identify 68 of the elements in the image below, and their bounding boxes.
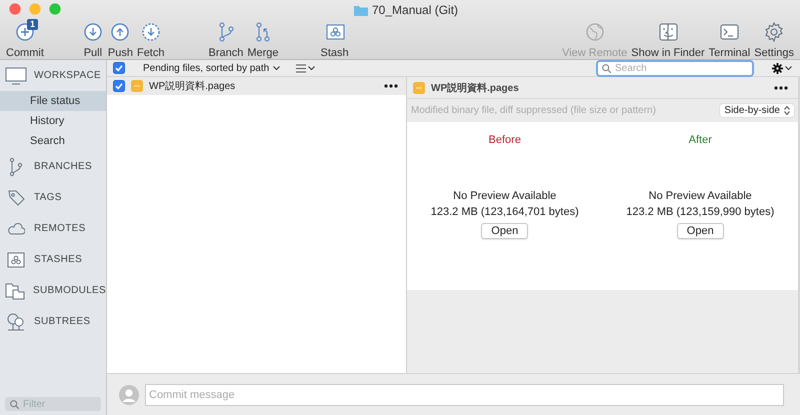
list-icon — [296, 64, 306, 72]
open-button[interactable]: Open — [676, 223, 724, 239]
section-heading[interactable]: SUBMODULES — [32, 285, 106, 296]
section-heading[interactable]: BRANCHES — [34, 161, 92, 172]
sort-dropdown[interactable]: Pending files, sorted by path — [143, 62, 280, 74]
close-button[interactable] — [9, 3, 21, 15]
toolbar-button[interactable]: Show in Finder — [629, 20, 707, 59]
preview-status: No Preview Available — [648, 189, 752, 204]
chevron-icon — [785, 66, 792, 70]
toolbar-button[interactable]: Terminal — [706, 20, 752, 59]
folders-icon — [5, 280, 26, 300]
count-badge: 1 — [26, 19, 38, 30]
trees-icon — [6, 312, 26, 332]
commit-message-field[interactable]: Commit message — [145, 384, 784, 406]
avatar-icon — [119, 384, 139, 404]
more-icon[interactable] — [774, 86, 788, 90]
toolbar-button[interactable]: Merge — [245, 20, 281, 59]
view-mode-select[interactable]: Side-by-side — [720, 104, 794, 117]
tag-icon — [7, 188, 25, 208]
section-heading[interactable]: TAGS — [34, 192, 62, 203]
branch-icon — [7, 156, 25, 176]
file-checkbox[interactable] — [113, 80, 125, 92]
search-icon — [602, 64, 611, 72]
search-icon — [10, 400, 19, 408]
filter-field[interactable]: Filter — [5, 397, 101, 411]
toolbar-button[interactable]: Branch — [206, 20, 246, 59]
section-heading[interactable]: WORKSPACE — [34, 70, 101, 81]
sidebar-item[interactable]: History — [0, 111, 106, 131]
search-field[interactable]: Search — [596, 60, 754, 76]
file-icon — [131, 80, 143, 92]
chevron-icon — [308, 66, 316, 70]
settings-icon — [763, 20, 786, 44]
preview-status: No Preview Available — [453, 189, 556, 204]
chevron-icon — [273, 66, 280, 70]
toolbar-button[interactable]: Push — [106, 20, 135, 59]
actions-menu-button[interactable] — [772, 62, 792, 74]
window-title: 70_Manual (Git) — [372, 3, 458, 17]
pane-heading: Before — [488, 134, 521, 148]
toolbar-button[interactable]: Commit 1 — [4, 20, 46, 59]
file-name: WP説明資料.pages — [149, 80, 236, 93]
sidebar-item[interactable]: Search — [0, 131, 106, 151]
view-menu-button[interactable] — [296, 64, 316, 72]
search-input[interactable]: Search — [615, 62, 735, 74]
file-row[interactable]: WP説明資料.pages — [107, 77, 406, 95]
filter-input[interactable]: Filter — [23, 398, 83, 410]
folder-icon — [354, 4, 368, 16]
section-heading[interactable]: REMOTES — [34, 223, 86, 234]
section-heading[interactable]: STASHES — [34, 254, 82, 265]
toolbar-button[interactable]: Stash — [318, 20, 351, 59]
diff-file-name: WP説明資料.pages — [431, 82, 519, 94]
section-heading[interactable]: SUBTREES — [34, 316, 90, 327]
select-all-checkbox[interactable] — [113, 62, 125, 74]
file-size: 123.2 MB (123,159,990 bytes) — [626, 205, 774, 220]
gear-icon — [772, 62, 783, 74]
sidebar-item[interactable]: File status — [0, 91, 106, 111]
diff-message: Modified binary file, diff suppressed (file size or pattern) — [411, 105, 656, 116]
stepper-icon — [784, 106, 790, 115]
open-button[interactable]: Open — [481, 223, 528, 239]
toolbar-button[interactable]: Fetch — [134, 20, 166, 59]
file-icon — [413, 82, 425, 94]
pane-heading: After — [688, 134, 712, 148]
file-size: 123.2 MB (123,164,701 bytes) — [430, 205, 579, 220]
stash-icon — [7, 250, 25, 270]
toolbar-button[interactable]: Pull — [80, 20, 106, 59]
toolbar-button[interactable]: Settings — [752, 20, 796, 59]
monitor-icon — [5, 66, 27, 86]
more-icon[interactable] — [384, 84, 398, 88]
commit-message-input[interactable]: Commit message — [149, 388, 783, 400]
